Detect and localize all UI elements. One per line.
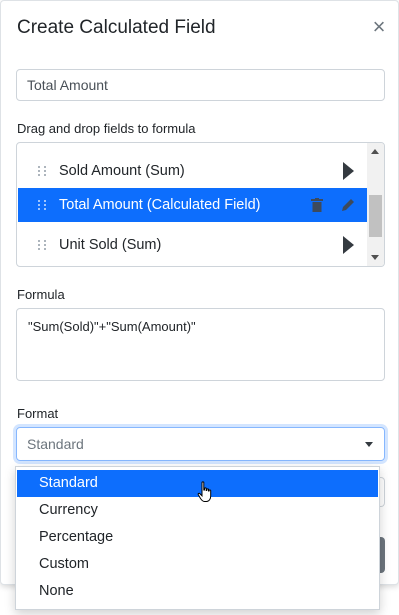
field-item-total-amount[interactable]: Total Amount (Calculated Field) (18, 188, 368, 222)
drag-handle-icon[interactable] (38, 200, 48, 210)
drag-handle-icon[interactable] (38, 166, 48, 176)
scroll-down-icon[interactable] (371, 255, 379, 260)
caret-down-icon (365, 442, 373, 447)
field-item-unit-sold[interactable]: Unit Sold (Sum) (18, 228, 368, 262)
format-option-percentage[interactable]: Percentage (17, 524, 378, 551)
field-list-scrollbar[interactable] (367, 143, 384, 266)
trash-icon[interactable] (311, 198, 323, 212)
formula-label: Formula (17, 287, 65, 302)
scroll-up-icon[interactable] (371, 149, 379, 154)
format-option-none[interactable]: None (17, 578, 378, 605)
drag-handle-icon[interactable] (38, 240, 48, 250)
field-item-sold-amount[interactable]: Sold Amount (Sum) (18, 154, 368, 188)
format-label: Format (17, 406, 59, 421)
field-item-label: Sold Amount (Sum) (59, 163, 185, 179)
field-list: Sold Amount (Sum) Total Amount (Calculat… (16, 142, 385, 267)
hand-cursor-icon (197, 481, 212, 502)
chevron-right-icon[interactable] (338, 161, 358, 181)
format-select[interactable]: Standard (16, 427, 385, 461)
close-icon[interactable]: × (369, 15, 389, 39)
chevron-right-icon[interactable] (338, 235, 358, 255)
format-option-custom[interactable]: Custom (17, 551, 378, 578)
dialog-title: Create Calculated Field (17, 17, 216, 38)
scroll-thumb[interactable] (369, 195, 382, 237)
field-item-label: Unit Sold (Sum) (59, 237, 162, 253)
formula-textarea[interactable]: "Sum(Sold)"+"Sum(Amount)" (16, 308, 385, 381)
fields-label: Drag and drop fields to formula (17, 121, 196, 136)
field-name-input[interactable]: Total Amount (16, 69, 385, 101)
edit-icon[interactable] (338, 195, 358, 215)
format-select-value: Standard (27, 436, 84, 452)
